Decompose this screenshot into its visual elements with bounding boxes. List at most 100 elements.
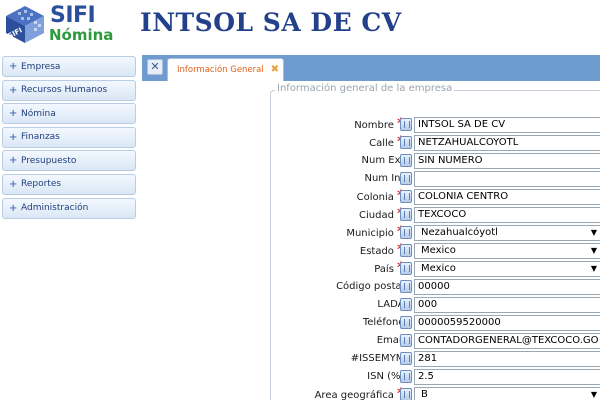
colonia-input[interactable]: COLONIA CENTRO	[414, 189, 600, 205]
field-label-text: #ISSEMYM	[350, 353, 405, 364]
plus-icon: +	[9, 61, 18, 72]
form-row-email: Email :CONTADORGENERAL@TEXCOCO.GO	[270, 333, 600, 349]
issemym-input[interactable]: 281	[414, 351, 600, 367]
sifi-cube-logo-icon: SIFI	[6, 6, 44, 43]
field-label-text: Num Ext	[361, 155, 405, 166]
field-label-text: Municipio	[346, 228, 394, 239]
field-label-text: Ciudad	[359, 210, 394, 221]
field-label-text: Nombre	[354, 120, 394, 131]
telefono-input[interactable]: 0000059520000	[414, 315, 600, 331]
select-value: Mexico	[421, 263, 456, 274]
fieldset-legend: Información general de la empresa	[275, 83, 455, 94]
form-row-num-int: Num Int :	[270, 171, 600, 187]
form-row-area-geografica: Area geográfica * :B▼	[270, 387, 600, 400]
sidebar-item-presupuesto[interactable]: + Presupuesto	[2, 150, 136, 172]
info-icon[interactable]	[400, 118, 412, 131]
form-row-issemym: #ISSEMYM :281	[270, 351, 600, 367]
plus-icon: +	[9, 108, 18, 120]
sidebar-item-label: Nómina	[21, 108, 56, 119]
num-ext-input[interactable]: SIN NUMERO	[414, 153, 600, 169]
info-icon[interactable]	[400, 262, 412, 275]
plus-icon: +	[9, 84, 18, 96]
sidebar-menu: + Empresa + Recursos Humanos + Nómina + …	[2, 56, 136, 221]
sidebar-item-administracion[interactable]: + Administración	[2, 197, 136, 219]
field-label-text: Calle	[369, 138, 394, 149]
info-icon[interactable]	[400, 154, 412, 167]
info-icon[interactable]	[400, 298, 412, 311]
form-row-isn: ISN (%) :2.5	[270, 369, 600, 385]
info-icon[interactable]	[400, 172, 412, 185]
sidebar-item-empresa[interactable]: + Empresa	[2, 56, 136, 77]
app-logo: SIFI SIFI Nómina	[4, 3, 116, 44]
tab-informacion-general[interactable]: Información General ✖	[167, 58, 284, 81]
field-label-text: Código postal	[336, 281, 405, 292]
email-input[interactable]: CONTADORGENERAL@TEXCOCO.GO	[414, 333, 600, 349]
chevron-down-icon: ▼	[590, 246, 597, 255]
sidebar-item-nomina[interactable]: + Nómina	[2, 103, 136, 125]
sidebar-item-reportes[interactable]: + Reportes	[2, 173, 136, 195]
nombre-input[interactable]: INTSOL SA DE CV	[414, 117, 600, 133]
info-icon[interactable]	[400, 370, 412, 383]
form-row-calle: Calle * :NETZAHUALCOYOTL	[270, 135, 600, 151]
close-all-tabs-button[interactable]: ✕	[147, 59, 163, 75]
form-row-ciudad: Ciudad * :TEXCOCO	[270, 207, 600, 223]
estado-select[interactable]: Mexico ▼	[414, 243, 600, 259]
plus-icon: +	[9, 131, 18, 143]
form-row-colonia: Colonia * :COLONIA CENTRO	[270, 189, 600, 205]
sidebar-item-label: Reportes	[21, 179, 62, 190]
sidebar-item-label: Presupuesto	[21, 155, 77, 166]
select-value: B	[421, 389, 428, 400]
tab-bar: ✕ Información General ✖	[142, 55, 600, 81]
info-icon[interactable]	[400, 316, 412, 329]
form-row-telefono: Teléfono :0000059520000	[270, 315, 600, 331]
plus-icon: +	[9, 155, 18, 167]
field-label-text: Estado	[359, 246, 394, 257]
pais-select[interactable]: Mexico ▼	[414, 261, 600, 277]
sidebar-item-label: Administración	[21, 203, 89, 214]
info-icon[interactable]	[400, 334, 412, 347]
form-row-estado: Estado * :Mexico▼	[270, 243, 600, 259]
area-geografica-select[interactable]: B ▼	[414, 387, 600, 400]
chevron-down-icon: ▼	[590, 228, 597, 237]
sidebar-item-label: Recursos Humanos	[21, 85, 108, 96]
field-label-text: Num Int	[364, 173, 405, 184]
chevron-down-icon: ▼	[590, 390, 597, 399]
municipio-select[interactable]: Nezahualcóyotl ▼	[414, 225, 600, 241]
field-label-text: Area geográfica	[314, 390, 394, 400]
info-icon[interactable]	[400, 244, 412, 257]
chevron-down-icon: ▼	[590, 264, 597, 273]
form-row-num-ext: Num Ext :SIN NUMERO	[270, 153, 600, 169]
isn-input[interactable]: 2.5	[414, 369, 600, 385]
form-row-nombre: Nombre * :INTSOL SA DE CV	[270, 117, 600, 133]
sidebar-item-label: Empresa	[21, 61, 61, 72]
form-row-municipio: Municipio * :Nezahualcóyotl▼	[270, 225, 600, 241]
calle-input[interactable]: NETZAHUALCOYOTL	[414, 135, 600, 151]
field-label-text: Colonia	[356, 192, 394, 203]
field-label: Area geográfica * :	[314, 387, 411, 400]
info-icon[interactable]	[400, 280, 412, 293]
select-value: Nezahualcóyotl	[421, 227, 498, 238]
info-icon[interactable]	[400, 190, 412, 203]
lada-input[interactable]: 000	[414, 297, 600, 313]
info-icon[interactable]	[400, 388, 412, 400]
tab-label: Información General	[177, 65, 264, 75]
sidebar-item-recursos-humanos[interactable]: + Recursos Humanos	[2, 79, 136, 101]
sidebar-item-finanzas[interactable]: + Finanzas	[2, 126, 136, 148]
num-int-input[interactable]	[414, 171, 600, 187]
plus-icon: +	[9, 178, 18, 190]
codigo-postal-input[interactable]: 00000	[414, 279, 600, 295]
select-value: Mexico	[421, 245, 456, 256]
logo-subtitle: Nómina	[49, 26, 114, 44]
field-label-text: Teléfono	[362, 317, 405, 328]
field-label-text: ISN (%)	[367, 371, 405, 382]
logo-title: SIFI	[50, 3, 96, 28]
info-icon[interactable]	[400, 352, 412, 365]
info-icon[interactable]	[400, 136, 412, 149]
info-icon[interactable]	[400, 208, 412, 221]
info-icon[interactable]	[400, 226, 412, 239]
close-icon[interactable]: ✖	[271, 64, 279, 75]
ciudad-input[interactable]: TEXCOCO	[414, 207, 600, 223]
form-row-lada: LADA :000	[270, 297, 600, 313]
form-row-codigo-postal: Código postal :00000	[270, 279, 600, 295]
company-title: INTSOL SA DE CV	[140, 8, 402, 37]
